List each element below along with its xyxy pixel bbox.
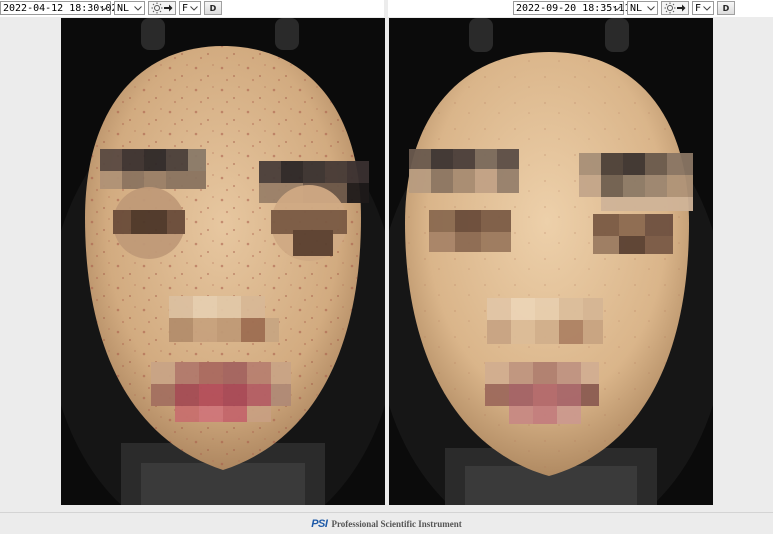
chevron-down-icon: [188, 2, 199, 14]
right-mode-value: NL: [630, 2, 643, 14]
chevron-down-icon: [132, 2, 143, 14]
right-date-select[interactable]: 2022-09-20 18:35:11: [513, 1, 630, 15]
chevron-down-icon: [701, 2, 712, 14]
left-view-select[interactable]: F: [179, 1, 201, 15]
arrow-right-icon: [164, 4, 173, 12]
left-mode-value: NL: [117, 2, 130, 14]
chevron-down-icon: [98, 2, 109, 14]
left-light-button[interactable]: [148, 1, 176, 15]
sun-light-icon: [151, 2, 163, 14]
left-d-button[interactable]: D: [204, 1, 222, 15]
left-toolbar: 2022-04-12 18:30:02 NL F D: [0, 0, 384, 16]
right-face-photo[interactable]: [389, 18, 713, 505]
left-face-photo[interactable]: [61, 18, 385, 505]
right-d-button[interactable]: D: [717, 1, 735, 15]
footer: PSI Professional Scientific Instrument: [0, 514, 773, 534]
arrow-right-icon: [677, 4, 686, 12]
chevron-down-icon: [611, 2, 622, 14]
left-mode-select[interactable]: NL: [114, 1, 145, 15]
right-mode-select[interactable]: NL: [627, 1, 658, 15]
right-view-select[interactable]: F: [692, 1, 714, 15]
right-toolbar: 2022-09-20 18:35:11 NL F D: [388, 0, 773, 16]
chevron-down-icon: [645, 2, 656, 14]
footer-divider: [0, 512, 773, 513]
footer-company-name: Professional Scientific Instrument: [331, 519, 462, 529]
psi-logo: PSI: [311, 518, 328, 530]
left-date-select[interactable]: 2022-04-12 18:30:02: [0, 1, 117, 15]
comparison-viewer: 2022-04-12 18:30:02 NL F D 2022-09-20 18…: [0, 0, 773, 534]
sun-light-icon: [664, 2, 676, 14]
right-light-button[interactable]: [661, 1, 689, 15]
